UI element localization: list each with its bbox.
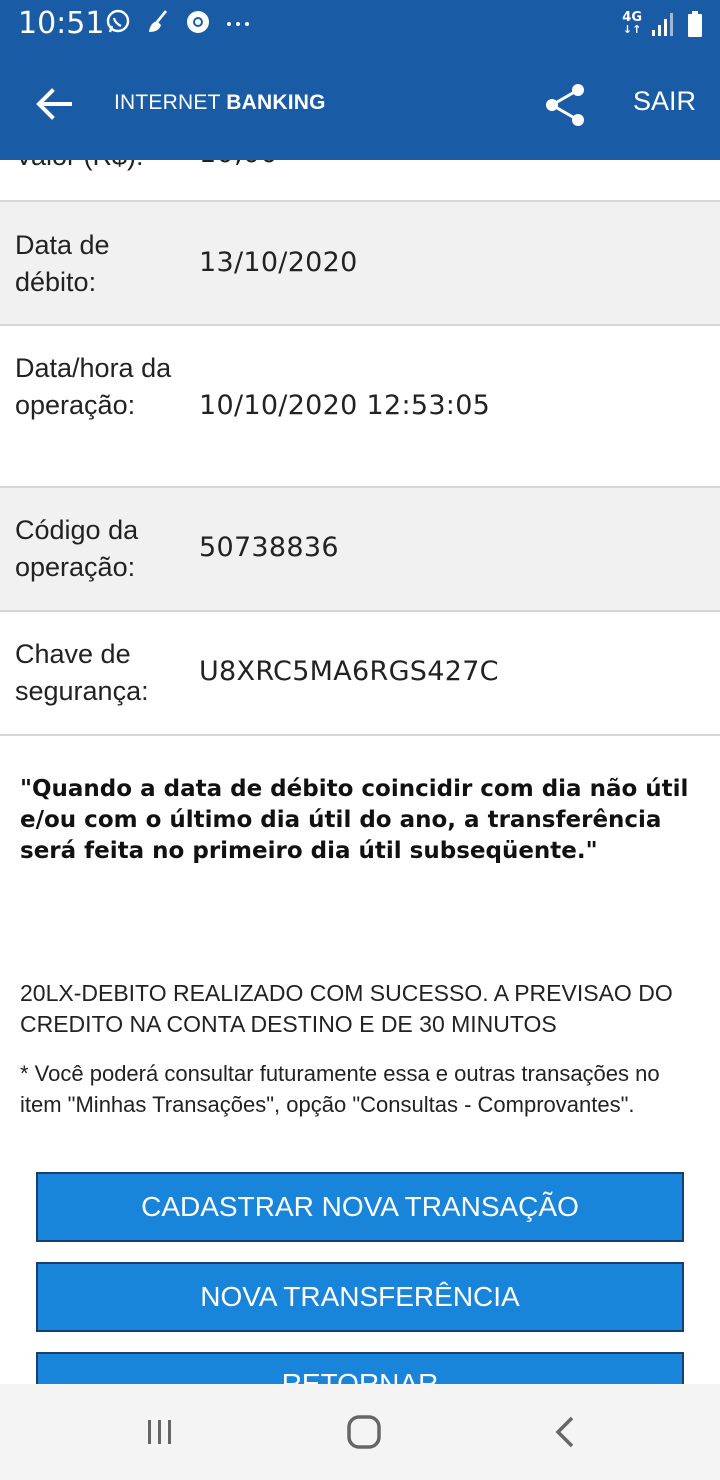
share-icon[interactable] xyxy=(540,80,590,130)
detail-value: U8XRC5MA6RGS427C xyxy=(199,656,499,687)
home-icon[interactable] xyxy=(340,1408,388,1456)
detail-row-operation-code: Código da operação: 50738836 xyxy=(0,488,720,612)
detail-row-amount: Valor (R$): 10,00 xyxy=(0,160,720,202)
detail-row-debit-date: Data de débito: 13/10/2020 xyxy=(0,202,720,326)
detail-label: Data/hora da operação: xyxy=(15,353,172,420)
exit-button[interactable]: SAIR xyxy=(633,86,696,117)
battery-icon xyxy=(688,11,702,37)
debit-date-notice: "Quando a data de débito coincidir com d… xyxy=(20,776,689,864)
signal-icon xyxy=(652,13,673,36)
detail-value: 13/10/2020 xyxy=(199,247,358,278)
receipt-content: Valor (R$): 10,00 Data de débito: 13/10/… xyxy=(0,160,720,1384)
detail-value: 50738836 xyxy=(199,532,339,563)
network-type: 4G ↓↑ xyxy=(622,10,642,36)
recent-apps-icon[interactable] xyxy=(136,1408,184,1456)
status-bar: 10:51 4G ↓↑ xyxy=(0,0,720,48)
more-dots-icon xyxy=(227,22,249,26)
detail-row-security-key: Chave de segurança: U8XRC5MA6RGS427C xyxy=(0,612,720,736)
app-header: INTERNET BANKING SAIR xyxy=(0,48,720,160)
new-transaction-button[interactable]: CADASTRAR NOVA TRANSAÇÃO xyxy=(36,1172,684,1242)
result-message: 20LX-DEBITO REALIZADO COM SUCESSO. A PRE… xyxy=(20,980,673,1037)
cleaner-icon xyxy=(149,10,168,32)
back-nav-icon[interactable] xyxy=(542,1408,590,1456)
system-icons: 4G ↓↑ xyxy=(622,10,704,38)
detail-value: 10/10/2020 12:53:05 xyxy=(199,390,491,421)
status-time: 10:51 xyxy=(18,6,105,41)
back-arrow-icon[interactable] xyxy=(26,76,82,132)
detail-label: Chave de segurança: xyxy=(15,639,149,706)
detail-label: Data de débito: xyxy=(15,230,110,297)
chrome-icon xyxy=(187,11,209,33)
system-nav-bar xyxy=(0,1384,720,1480)
whatsapp-icon xyxy=(106,9,130,33)
detail-row-operation-datetime: Data/hora da operação: 10/10/2020 12:53:… xyxy=(0,326,720,488)
detail-value: 10,00 xyxy=(199,160,278,169)
new-transfer-button[interactable]: NOVA TRANSFERÊNCIA xyxy=(36,1262,684,1332)
return-button[interactable]: RETORNAR xyxy=(36,1352,684,1384)
notification-icons xyxy=(104,8,252,36)
detail-label: Código da operação: xyxy=(15,515,139,582)
brand-logo: INTERNET BANKING xyxy=(114,91,326,114)
detail-label: Valor (R$): xyxy=(15,160,185,175)
receipts-footnote: * Você poderá consultar futuramente essa… xyxy=(20,1061,660,1117)
